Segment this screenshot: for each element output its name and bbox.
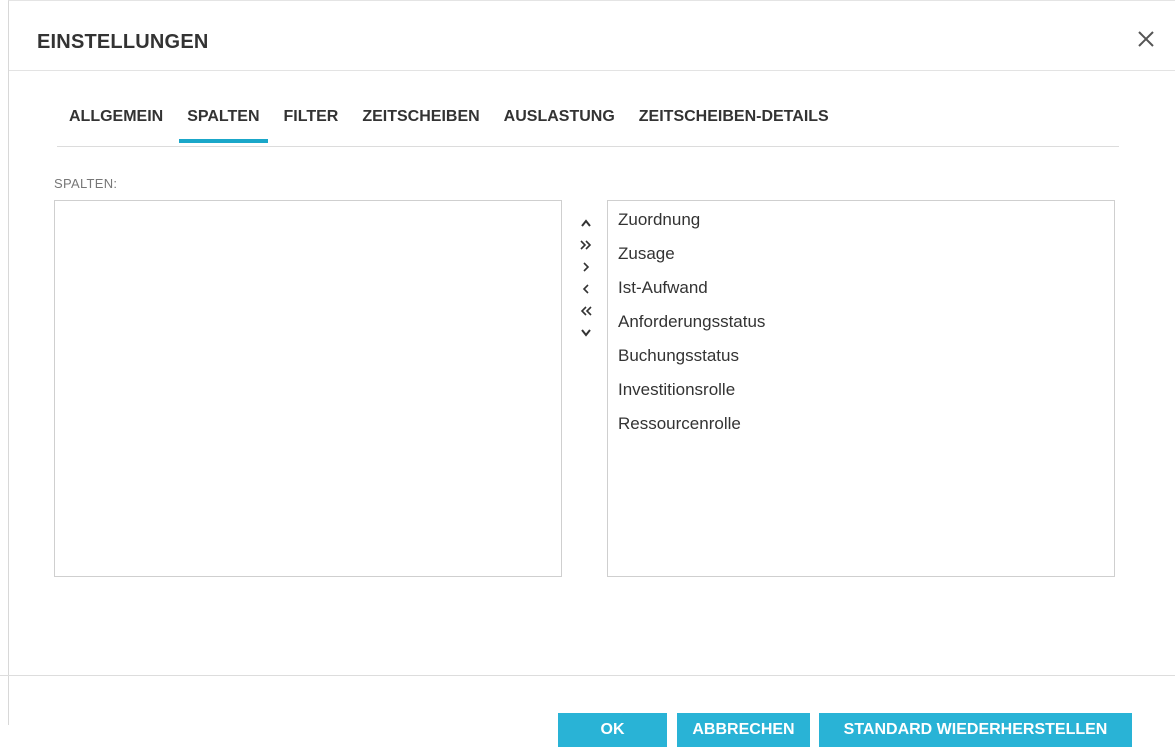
list-item-anforderungsstatus[interactable]: Anforderungsstatus [608, 309, 1114, 343]
dialog-header: EINSTELLUNGEN [9, 1, 1175, 71]
double-chevron-left-icon [579, 305, 593, 317]
close-icon [1137, 26, 1155, 52]
list-item-zusage[interactable]: Zusage [608, 241, 1114, 275]
selected-columns-list[interactable]: Zuordnung Zusage Ist-Aufwand Anforderung… [607, 200, 1115, 577]
move-all-left-button[interactable] [574, 300, 598, 322]
move-all-right-button[interactable] [574, 234, 598, 256]
move-left-button[interactable] [574, 278, 598, 300]
chevron-right-icon [581, 261, 591, 273]
dialog-title: EINSTELLUNGEN [37, 31, 209, 53]
chevron-down-icon [580, 328, 592, 338]
restore-defaults-button[interactable]: STANDARD WIEDERHERSTELLEN [819, 713, 1132, 747]
list-item-ist-aufwand[interactable]: Ist-Aufwand [608, 275, 1114, 309]
move-right-button[interactable] [574, 256, 598, 278]
transfer-controls [574, 212, 598, 344]
cancel-button[interactable]: ABBRECHEN [677, 713, 810, 747]
list-item-zuordnung[interactable]: Zuordnung [608, 207, 1114, 241]
tab-allgemein[interactable]: ALLGEMEIN [57, 100, 175, 137]
list-item-buchungsstatus[interactable]: Buchungsstatus [608, 343, 1114, 377]
chevron-up-icon [580, 218, 592, 228]
tab-filter[interactable]: FILTER [272, 100, 351, 137]
move-down-button[interactable] [574, 322, 598, 344]
move-up-button[interactable] [574, 212, 598, 234]
ok-button[interactable]: OK [558, 713, 667, 747]
list-item-ressourcenrolle[interactable]: Ressourcenrolle [608, 411, 1114, 445]
chevron-left-icon [581, 283, 591, 295]
double-chevron-right-icon [579, 239, 593, 251]
close-button[interactable] [1133, 26, 1159, 52]
settings-tabs: ALLGEMEIN SPALTEN FILTER ZEITSCHEIBEN AU… [57, 100, 1119, 147]
tab-spalten[interactable]: SPALTEN [175, 100, 271, 143]
tab-zeitscheiben[interactable]: ZEITSCHEIBEN [350, 100, 491, 137]
tab-auslastung[interactable]: AUSLASTUNG [492, 100, 627, 137]
columns-section-label: SPALTEN: [54, 176, 118, 191]
available-columns-list[interactable] [54, 200, 562, 577]
tab-zeitscheiben-details[interactable]: ZEITSCHEIBEN-DETAILS [627, 100, 841, 137]
list-item-investitionsrolle[interactable]: Investitionsrolle [608, 377, 1114, 411]
